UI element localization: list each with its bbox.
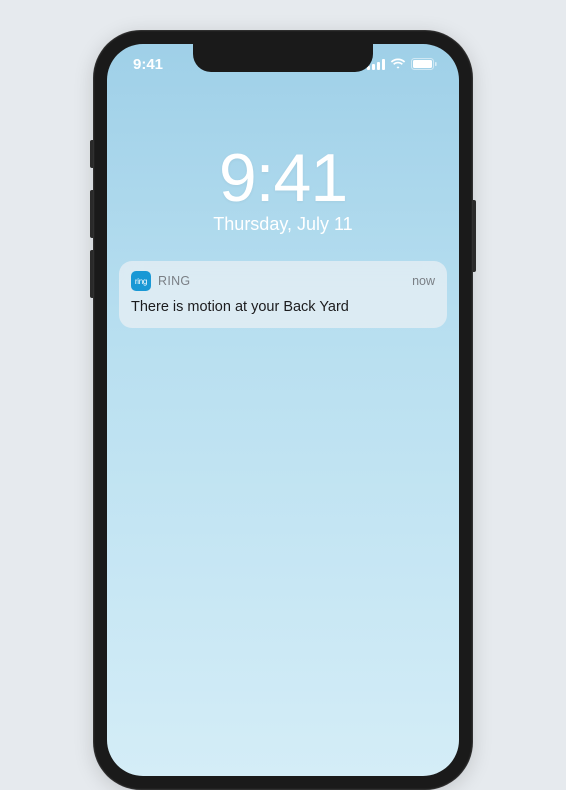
notch	[193, 44, 373, 72]
notification-time: now	[412, 274, 435, 288]
wifi-icon	[390, 58, 406, 70]
battery-icon	[411, 58, 437, 70]
side-button	[473, 200, 476, 272]
lock-content: 9:41 Thursday, July 11 ring RING now The…	[107, 44, 459, 328]
lock-screen-time: 9:41	[107, 144, 459, 212]
volume-up-button	[90, 190, 93, 238]
lock-screen-date: Thursday, July 11	[107, 214, 459, 235]
notification-header: ring RING now	[131, 271, 435, 291]
status-bar-icons	[367, 58, 437, 70]
ring-app-icon: ring	[131, 271, 151, 291]
notification-message: There is motion at your Back Yard	[131, 298, 435, 316]
mute-switch	[90, 140, 93, 168]
notification-card[interactable]: ring RING now There is motion at your Ba…	[119, 261, 447, 328]
notification-app-name: RING	[158, 274, 405, 288]
status-bar-time: 9:41	[133, 56, 163, 73]
volume-down-button	[90, 250, 93, 298]
phone-frame: 9:41	[93, 30, 473, 790]
lock-screen[interactable]: 9:41	[107, 44, 459, 776]
